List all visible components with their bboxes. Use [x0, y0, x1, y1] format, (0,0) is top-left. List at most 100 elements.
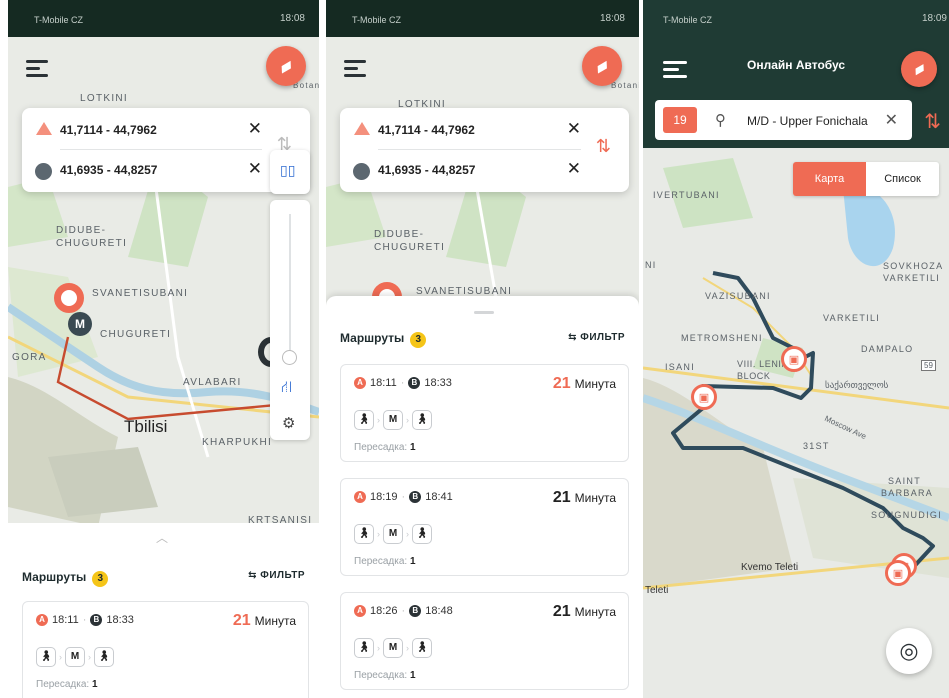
- transfer-label: Пересадка:: [354, 670, 408, 681]
- filter-button[interactable]: ⇆ ФИЛЬТР: [248, 570, 305, 581]
- to-field[interactable]: 41,6935 - 44,8257: [60, 163, 157, 177]
- ticket-button[interactable]: ▰: [266, 46, 306, 86]
- screen-route-map: T-Mobile CZ 18:08 LOTKINI Botanic DIDUBE…: [8, 0, 319, 698]
- metro-marker[interactable]: M: [68, 312, 92, 336]
- walk-icon: 🚶︎: [36, 647, 56, 667]
- map-label: NI: [645, 260, 657, 270]
- map-view[interactable]: IVERTUBANI NI SOVKHOZA VARKETILI VAZISUB…: [643, 148, 949, 698]
- bus-marker[interactable]: ▣: [691, 384, 717, 410]
- route-search-bar[interactable]: 19 ⚲ M/D - Upper Fonichala ✕: [655, 100, 912, 140]
- bus-icon: ▣: [698, 391, 710, 404]
- map-label: SOVKHOZA: [883, 261, 944, 271]
- carrier-label: T-Mobile CZ: [34, 15, 84, 25]
- transfers: Пересадка: 1: [354, 442, 416, 453]
- route-card[interactable]: A 18:11 · B 18:33 21 Минута 🚶︎ › M › 🚶︎ Пересад…: [340, 364, 629, 462]
- to-field[interactable]: 41,6935 - 44,8257: [378, 163, 475, 177]
- destination-icon: [353, 163, 370, 180]
- view-toggle: Карта Список: [793, 162, 939, 196]
- routes-title: Маршруты 3: [340, 331, 427, 348]
- zoom-track: [289, 214, 291, 364]
- destination-icon: [35, 163, 52, 180]
- swap-direction-icon[interactable]: ⇅: [924, 109, 941, 134]
- walk-icon: 🚶︎: [354, 524, 374, 544]
- clear-to-button[interactable]: ✕: [567, 159, 581, 179]
- clear-search-button[interactable]: ✕: [885, 110, 898, 130]
- vibrate-icon: ▯▯: [280, 162, 296, 178]
- duration-unit: Минута: [574, 605, 616, 619]
- route-filter-icon[interactable]: ⛙: [281, 378, 292, 398]
- metro-step: M: [383, 638, 403, 658]
- carrier-label: T-Mobile CZ: [352, 15, 402, 25]
- arrival-time: 18:33: [106, 614, 134, 626]
- filter-label: ФИЛЬТР: [580, 332, 625, 343]
- a-icon: A: [354, 605, 366, 617]
- routes-sheet: ︿ Маршруты 3 ⇆ ФИЛЬТР A 18:11 · B 18:33 21 Мин…: [8, 523, 319, 698]
- menu-button[interactable]: [344, 52, 384, 86]
- b-icon: B: [408, 377, 421, 389]
- departure-time: 18:26: [370, 605, 398, 617]
- a-icon: A: [354, 491, 366, 503]
- swap-icon[interactable]: ⇅: [596, 136, 611, 157]
- route-steps: 🚶︎ › M › 🚶︎: [36, 647, 114, 667]
- transfer-count: 1: [91, 679, 98, 690]
- arrival-time: 18:41: [425, 491, 453, 503]
- status-bar: T-Mobile CZ 18:08: [8, 0, 319, 37]
- screen-routes-list: T-Mobile CZ 18:08 LOTKINI Botanic DIDUBE…: [326, 0, 639, 698]
- metro-step: M: [65, 647, 85, 667]
- divider: [60, 149, 262, 150]
- settings-icon[interactable]: ⚙: [282, 414, 295, 432]
- clear-from-button[interactable]: ✕: [567, 119, 581, 139]
- duration-unit: Минута: [574, 491, 616, 505]
- clear-to-button[interactable]: ✕: [248, 159, 262, 179]
- map-label: GORA: [12, 352, 47, 363]
- route-card[interactable]: A 18:26 · B 18:48 21 Минута 🚶︎ › M › 🚶︎ Пересад…: [340, 592, 629, 690]
- metro-step: M: [383, 524, 403, 544]
- clear-from-button[interactable]: ✕: [248, 119, 262, 139]
- route-card[interactable]: A 18:11 · B 18:33 21 Минута 🚶︎ › M › 🚶︎ Пересад…: [22, 601, 309, 698]
- tab-list[interactable]: Список: [866, 162, 939, 196]
- duration-value: 21: [552, 603, 571, 620]
- map-label: IVERTUBANI: [653, 190, 720, 200]
- from-field[interactable]: 41,7114 - 44,7962: [60, 123, 157, 137]
- from-field[interactable]: 41,7114 - 44,7962: [378, 123, 475, 137]
- walk-icon: 🚶︎: [354, 638, 374, 658]
- menu-button[interactable]: [663, 55, 691, 83]
- chevron-up-icon[interactable]: ︿: [156, 529, 168, 546]
- map-label: VARKETILI: [883, 273, 941, 283]
- route-number-badge: 19: [663, 107, 697, 133]
- carrier-label: T-Mobile CZ: [663, 15, 713, 25]
- bus-icon: ▣: [892, 567, 904, 580]
- zoom-slider-thumb[interactable]: [282, 350, 297, 365]
- sheet-handle[interactable]: [474, 311, 494, 314]
- bus-marker[interactable]: ▣: [781, 346, 807, 372]
- time-label: 18:08: [279, 13, 305, 24]
- map-label: CHUGURETI: [100, 329, 172, 340]
- bus-marker[interactable]: ▣: [885, 560, 911, 586]
- routes-title: Маршруты 3: [22, 570, 109, 587]
- metro-step: M: [383, 410, 403, 430]
- origin-pin[interactable]: [54, 283, 84, 313]
- ticket-button[interactable]: ▰: [582, 46, 622, 86]
- transfers: Пересадка: 1: [36, 679, 98, 690]
- filter-button[interactable]: ⇆ ФИЛЬТР: [568, 332, 625, 343]
- my-location-button[interactable]: ◎: [886, 628, 932, 674]
- origin-icon: [36, 122, 52, 135]
- transfer-label: Пересадка:: [354, 556, 408, 567]
- map-label: LOTKINI: [80, 93, 128, 104]
- menu-button[interactable]: [26, 52, 66, 86]
- search-icon: ⚲: [715, 112, 726, 129]
- map-controls: ⛙ ⚙: [270, 200, 310, 440]
- map-label: CHUGURETI: [374, 242, 446, 253]
- walk-icon: 🚶︎: [412, 524, 432, 544]
- route-card[interactable]: A 18:19 · B 18:41 21 Минута 🚶︎ › M › 🚶︎ Пересад…: [340, 478, 629, 576]
- vibrate-button[interactable]: ▯▯: [270, 150, 310, 194]
- ticket-button[interactable]: ▰: [901, 51, 937, 87]
- a-icon: A: [354, 377, 366, 389]
- route-search-input[interactable]: M/D - Upper Fonichala: [747, 114, 868, 128]
- divider: [378, 149, 581, 150]
- map-label: Botanic: [611, 81, 639, 90]
- route-steps: 🚶︎ › M › 🚶︎: [354, 524, 432, 544]
- ticket-icon: ▰: [909, 58, 929, 80]
- tab-map[interactable]: Карта: [793, 162, 866, 196]
- transfers: Пересадка: 1: [354, 670, 416, 681]
